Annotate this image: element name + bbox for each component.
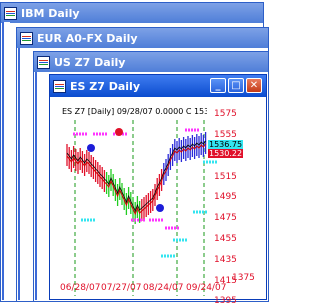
last-price-marker: 1530.22 [208, 149, 244, 158]
title-bar[interactable]: IBM Daily [1, 3, 263, 23]
price-tick: 1455 [214, 234, 237, 244]
price-tick: 1475 [214, 213, 237, 223]
window-title: US Z7 Daily [54, 55, 126, 69]
window-edge [35, 72, 49, 300]
window-title: IBM Daily [21, 6, 80, 20]
chart-app-icon [37, 55, 50, 69]
price-tick: 1495 [214, 192, 237, 202]
chart-app-icon [4, 6, 17, 20]
pivot-dot [87, 144, 95, 152]
chart-app-icon [20, 31, 33, 45]
close-button[interactable]: ✕ [246, 78, 262, 93]
chart-area[interactable]: ES Z7 [Daily] 09/28/07 0.0000 C 1539 157… [53, 100, 261, 306]
pivot-dot [156, 204, 164, 212]
title-bar[interactable]: US Z7 Daily [34, 52, 268, 72]
price-tick: 1375 [232, 273, 255, 283]
window-edge [2, 22, 10, 300]
price-axis-lower: 1375 [232, 265, 262, 285]
date-axis: 06/28/07 07/27/07 08/24/07 09/24/07 [60, 283, 260, 297]
date-tick: 08/24/07 [143, 283, 184, 293]
moving-average-line [66, 143, 207, 216]
pivot-dot [115, 128, 123, 136]
price-tick: 1515 [214, 172, 237, 182]
date-tick: 07/27/07 [101, 283, 142, 293]
price-tick: 1555 [214, 130, 237, 140]
price-tick: 1395 [214, 296, 237, 306]
window-title: EUR A0-FX Daily [37, 31, 138, 45]
chart-app-icon [53, 79, 66, 93]
price-tick: 1575 [214, 109, 237, 119]
maximize-button[interactable]: □ [228, 78, 244, 93]
price-tick: 1435 [214, 255, 237, 265]
moving-average-line [66, 140, 206, 213]
minimize-button[interactable]: _ [210, 78, 226, 93]
title-bar[interactable]: EUR A0-FX Daily [17, 28, 268, 48]
window-title: ES Z7 Daily [70, 79, 140, 93]
chart-header: ES Z7 [Daily] 09/28/07 0.0000 C 1539 [62, 107, 207, 116]
window-edge [18, 48, 26, 300]
last-price-marker: 1536.75 [208, 140, 244, 149]
date-tick: 06/28/07 [60, 283, 101, 293]
date-tick: 09/24/07 [186, 283, 227, 293]
title-bar[interactable]: ES Z7 Daily _ □ ✕ [50, 75, 266, 97]
